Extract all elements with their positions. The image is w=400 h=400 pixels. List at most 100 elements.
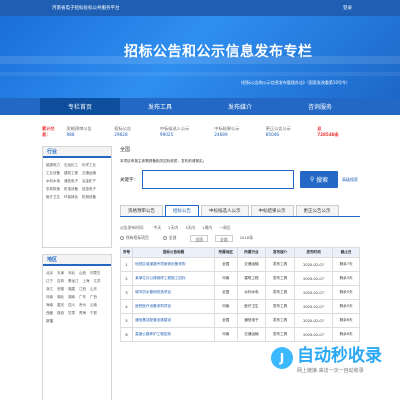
region-item[interactable]: 云南	[90, 301, 97, 309]
region-item[interactable]: 海南	[46, 301, 53, 309]
cell-title[interactable]: 高速公路养护工程招标	[132, 327, 215, 342]
region-item[interactable]: 湖北	[57, 293, 64, 301]
stat-prequal[interactable]: 资格预审公告 988	[67, 126, 105, 137]
region-item[interactable]: 宁夏	[90, 309, 97, 317]
table-row[interactable]: 6 高速公路养护工程招标 河南 交通运输 发布工具 2020-02-07 剩余8天	[119, 327, 360, 342]
main-nav: 专栏首页 发布工具 发布媒介 咨询服务	[0, 98, 400, 115]
cell-media: 发布工具	[265, 327, 295, 342]
cell-industry: 交通运输	[236, 257, 267, 272]
table-row[interactable]: 2 某单位办公楼维修工程施工招标 河南 建筑工程 发布工具 2020-02-07 剩余3天	[119, 271, 360, 286]
advanced-search-link[interactable]: 高级搜索	[342, 177, 358, 182]
cell-title[interactable]: 城市供水管网改造项目	[132, 285, 215, 300]
industry-item[interactable]: 机械设备	[82, 193, 96, 201]
region-item[interactable]: 青海	[79, 309, 86, 317]
industry-item[interactable]: 水利水电	[46, 177, 60, 185]
banner-subtitle: 《招标公告和公示信息发布管理办法》（国家发改委第10号令）	[238, 80, 350, 85]
search-input[interactable]	[142, 170, 294, 189]
tab-tender[interactable]: 招标公告	[165, 205, 199, 216]
region-item[interactable]: 湖南	[68, 293, 75, 301]
cell-media: 发布工具	[265, 313, 295, 328]
login-link[interactable]: 登录	[343, 5, 352, 11]
radio-all-projects[interactable]: 所有招标项目	[120, 233, 156, 243]
industry-item[interactable]: 农林牧渔	[46, 185, 60, 193]
cell-industry: 医疗卫生	[236, 299, 267, 314]
radio-all[interactable]: 全部	[162, 233, 184, 243]
industry-item[interactable]: 冶金矿产	[82, 177, 96, 185]
tab-prequal[interactable]: 资格预审公告	[120, 205, 163, 216]
region-item[interactable]: 北京	[46, 269, 53, 277]
stat-result[interactable]: 中标结果公示 24689	[214, 126, 255, 137]
region-select[interactable]: 全国	[190, 234, 208, 242]
region-item[interactable]: 辽宁	[46, 277, 53, 285]
region-item[interactable]: 黑龙江	[68, 277, 79, 285]
tab-result[interactable]: 中标结果公示	[250, 205, 294, 216]
table-row[interactable]: 4 医院医疗设备采购项目 河南 医疗卫生 发布工具 2020-02-07 剩余5天	[119, 299, 360, 314]
region-item[interactable]: 福建	[68, 285, 75, 293]
cell-region: 全国	[213, 257, 238, 272]
industry-item[interactable]: 医疗卫生	[46, 193, 60, 201]
region-item[interactable]: 山东	[90, 285, 97, 293]
industry-item[interactable]: 交通运输	[82, 169, 96, 177]
region-item[interactable]: 陕西	[57, 309, 64, 317]
filter-time-3[interactable]: 1周内	[202, 223, 212, 233]
stat-tender[interactable]: 招标公告 29628	[114, 126, 150, 137]
industry-item[interactable]: 能源电力	[46, 161, 60, 169]
industry-item[interactable]: 环保绿化	[64, 193, 78, 201]
region-item[interactable]: 江西	[79, 285, 86, 293]
cell-title[interactable]: 医院医疗设备采购项目	[132, 299, 215, 314]
region-item[interactable]: 天津	[57, 269, 64, 277]
region-item[interactable]: 安徽	[57, 285, 64, 293]
industry-item[interactable]: 建筑工程	[64, 169, 78, 177]
region-item[interactable]: 江苏	[94, 277, 101, 285]
filter-time-4[interactable]: 一周后	[219, 223, 230, 233]
region-item[interactable]: 上海	[83, 277, 90, 285]
industry-item[interactable]: 机电设备	[64, 185, 78, 193]
nav-consult[interactable]: 咨询服务	[280, 98, 360, 115]
tab-candidate[interactable]: 中标候选人公示	[201, 205, 249, 216]
nav-tools[interactable]: 发布工具	[120, 98, 200, 115]
industry-item[interactable]: 通信电子	[64, 177, 78, 185]
region-item[interactable]: 新疆	[46, 317, 53, 325]
nav-media[interactable]: 发布媒介	[200, 98, 280, 115]
filter-time-1[interactable]: 2天内	[168, 223, 178, 233]
region-item[interactable]: 广东	[79, 293, 86, 301]
region-item[interactable]: 河南	[46, 293, 53, 301]
search-button[interactable]: ⚲ 搜索	[300, 171, 338, 188]
region-item[interactable]: 四川	[68, 301, 75, 309]
industry-item[interactable]: 工业设备	[46, 169, 60, 177]
industry-item[interactable]: 信息电子	[82, 185, 96, 193]
filter-time-2[interactable]: 3天内	[185, 223, 195, 233]
nav-home[interactable]: 专栏首页	[40, 98, 120, 115]
filter-time-0[interactable]: 今天	[154, 223, 162, 233]
cell-date: 2020-02-07	[293, 299, 334, 314]
watermark-brand: 自动秒收录	[297, 346, 382, 366]
industry-item[interactable]: 化学工业	[82, 161, 96, 169]
region-item[interactable]: 重庆	[57, 301, 64, 309]
cell-title[interactable]: 某单位办公楼维修工程施工招标	[132, 271, 215, 286]
cell-title[interactable]: 地铁区域道路专项维修设备采购	[132, 257, 215, 272]
cell-end: 剩余8天	[332, 327, 360, 342]
region-item[interactable]: 西藏	[46, 309, 53, 317]
region-item[interactable]: 贵州	[79, 301, 86, 309]
banner-title: 招标公告和公示信息发布专栏	[124, 44, 313, 60]
cell-title[interactable]: 通信基站配套设施建设	[132, 313, 215, 328]
table-row[interactable]: 5 通信基站配套设施建设 全国 通信电子 发布工具 2020-02-07 剩余6天	[119, 313, 360, 328]
industry-select[interactable]: 全部	[214, 234, 233, 242]
region-item[interactable]: 广西	[90, 293, 97, 301]
stat-candidate[interactable]: 中标候选人公示 99025	[160, 126, 204, 137]
region-item[interactable]: 内蒙古	[90, 269, 101, 277]
region-item[interactable]: 浙江	[46, 285, 53, 293]
cell-region: 河南	[213, 271, 238, 286]
stat-grand-total: 总 728548条	[317, 125, 339, 137]
stat-correction[interactable]: 更正公告公示 85046	[266, 126, 307, 137]
current-region[interactable]: 全国	[120, 146, 360, 153]
cell-no: 5	[119, 313, 134, 328]
region-item[interactable]: 吉林	[57, 277, 64, 285]
industry-item[interactable]: 石油化工	[64, 161, 78, 169]
table-row[interactable]: 3 城市供水管网改造项目 全国 水利水电 发布工具 2020-02-07 剩余5天	[119, 285, 360, 300]
region-item[interactable]: 河北	[68, 269, 75, 277]
tab-correction[interactable]: 更正公告公示	[295, 205, 339, 216]
table-row[interactable]: 1 地铁区域道路专项维修设备采购 全国 交通运输 发布工具 2020-02-07 剩余7天	[119, 257, 360, 272]
region-item[interactable]: 山西	[79, 269, 86, 277]
region-item[interactable]: 甘肃	[68, 309, 75, 317]
